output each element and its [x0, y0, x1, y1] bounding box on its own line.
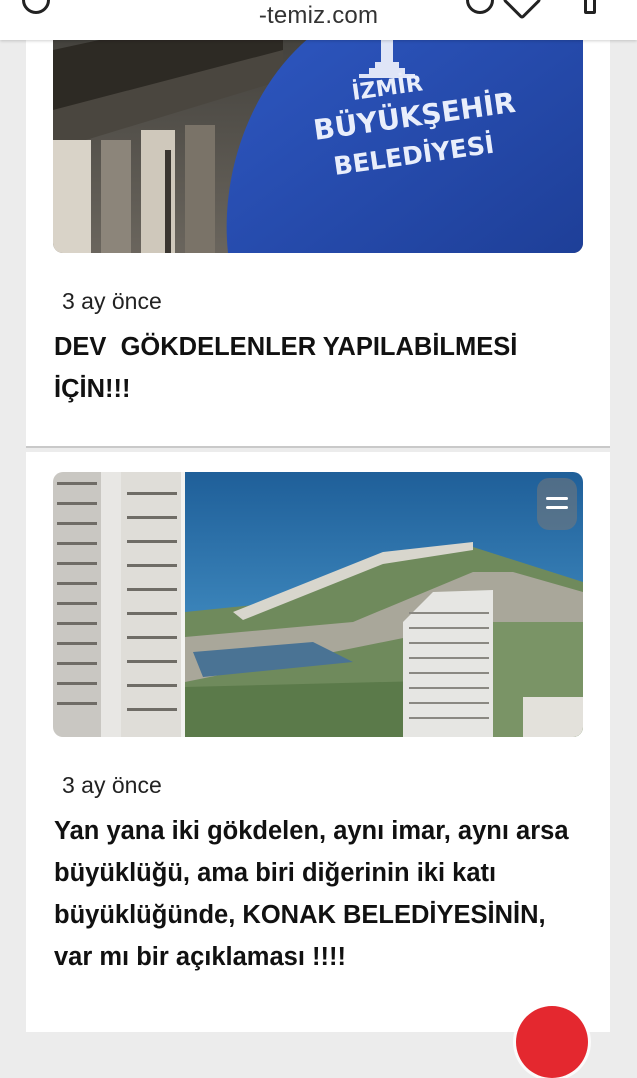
post-title[interactable]: DEV GÖKDELENLER YAPILABİLMESİ İÇİN!!!	[54, 326, 574, 410]
news-image[interactable]	[53, 472, 583, 737]
more-options-icon[interactable]	[584, 0, 596, 14]
post-time: 3 ay önce	[62, 772, 162, 798]
menu-icon[interactable]	[537, 478, 577, 530]
skyscrapers-aerial-photo	[53, 472, 583, 737]
news-card[interactable]: 3 ay önce Yan yana iki gökdelen, aynı im…	[26, 452, 610, 1032]
post-time: 3 ay önce	[62, 288, 162, 314]
red-action-icon[interactable]	[516, 1006, 588, 1078]
url-text[interactable]: -temiz.com	[0, 2, 637, 30]
news-card[interactable]: İZMİR BÜYÜKŞEHİR BELEDİYESİ 3 ay önce DE…	[26, 0, 610, 448]
post-title[interactable]: Yan yana iki gökdelen, aynı imar, aynı a…	[54, 810, 574, 978]
browser-address-bar[interactable]: -temiz.com	[0, 0, 637, 40]
news-feed: İZMİR BÜYÜKŞEHİR BELEDİYESİ 3 ay önce DE…	[0, 0, 637, 1032]
